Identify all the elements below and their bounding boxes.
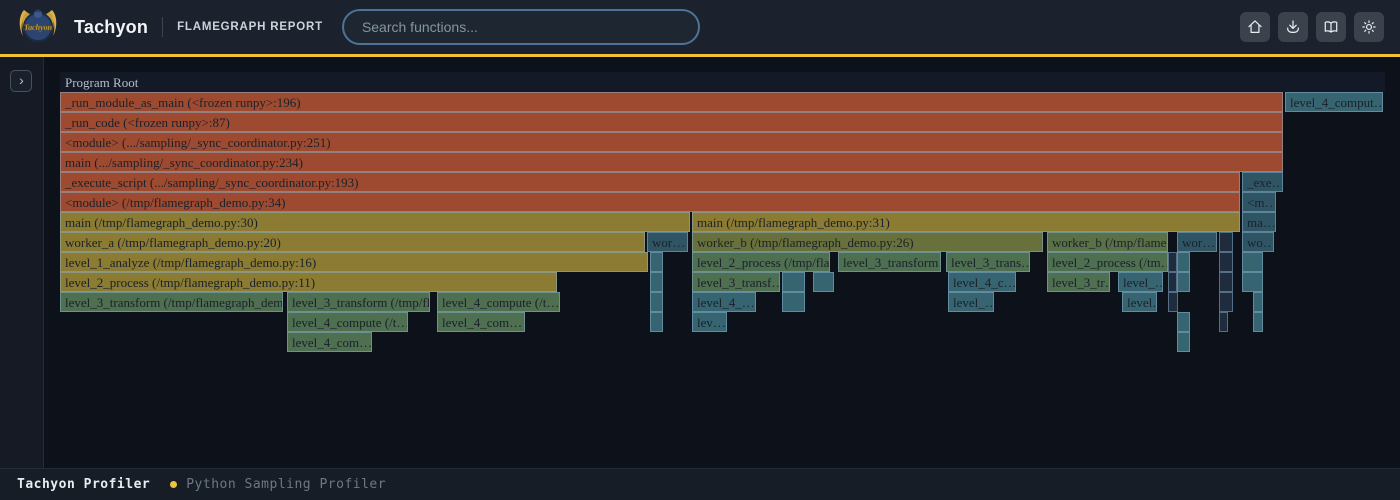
- theme-button[interactable]: [1354, 12, 1384, 42]
- app-header: Tachyon Tachyon FLAMEGRAPH REPORT: [0, 0, 1400, 54]
- flame-frame[interactable]: level…: [1122, 292, 1157, 312]
- flame-frame[interactable]: _exe…: [1242, 172, 1283, 192]
- download-icon: [1283, 17, 1303, 37]
- flame-frame[interactable]: level_4_…: [692, 292, 756, 312]
- flame-frame[interactable]: wo…: [1242, 232, 1274, 252]
- flame-frame-small[interactable]: [782, 292, 805, 312]
- flame-frame[interactable]: level_4_com…: [287, 332, 372, 352]
- flamegraph[interactable]: Program Root_run_module_as_main (<frozen…: [0, 57, 1400, 468]
- flame-frame[interactable]: level_2_process (/tm…: [1047, 252, 1168, 272]
- app-logo: Tachyon: [16, 5, 60, 49]
- flame-frame-small[interactable]: [1242, 272, 1263, 292]
- flame-frame[interactable]: wor…: [1177, 232, 1217, 252]
- status-app-name: Tachyon Profiler: [17, 477, 150, 492]
- eagle-logo-icon: Tachyon: [16, 5, 60, 49]
- flame-frame-small[interactable]: [1242, 252, 1263, 272]
- flame-frame-small[interactable]: [1253, 292, 1263, 312]
- flame-frame-small[interactable]: [1177, 312, 1190, 332]
- flame-frame-small[interactable]: [813, 272, 834, 292]
- flame-frame[interactable]: level_…: [1118, 272, 1163, 292]
- app-window: Tachyon Tachyon FLAMEGRAPH REPORT: [0, 0, 1400, 500]
- flame-frame[interactable]: level_3_transform…: [838, 252, 941, 272]
- flame-frame[interactable]: level_4_compute (/t…: [437, 292, 560, 312]
- flame-frame[interactable]: level_3_tr…: [1047, 272, 1110, 292]
- title-divider: [162, 17, 163, 37]
- flame-frame[interactable]: lev…: [692, 312, 727, 332]
- book-icon: [1321, 17, 1341, 37]
- flame-frame-small[interactable]: [650, 252, 663, 272]
- flame-frame-small[interactable]: [1219, 312, 1228, 332]
- flame-frame[interactable]: main (/tmp/flamegraph_demo.py:30): [60, 212, 690, 232]
- flame-frame-small[interactable]: [1168, 252, 1177, 272]
- brightness-icon: [1359, 17, 1379, 37]
- status-bar: Tachyon Profiler Python Sampling Profile…: [0, 468, 1400, 500]
- flame-frame[interactable]: <m…: [1242, 192, 1276, 212]
- status-subtitle: Python Sampling Profiler: [186, 477, 386, 492]
- docs-button[interactable]: [1316, 12, 1346, 42]
- flame-frame[interactable]: Program Root: [60, 72, 1385, 92]
- flame-frame[interactable]: main (/tmp/flamegraph_demo.py:31): [692, 212, 1240, 232]
- home-icon: [1245, 17, 1265, 37]
- flame-frame[interactable]: level_3_transform (/tmp/flamegraph_dem…: [60, 292, 283, 312]
- svg-text:Tachyon: Tachyon: [24, 23, 53, 32]
- download-button[interactable]: [1278, 12, 1308, 42]
- flame-frame-small[interactable]: [1219, 292, 1233, 312]
- flame-frame[interactable]: <module> (.../sampling/_sync_coordinator…: [60, 132, 1283, 152]
- status-dot-icon: [170, 481, 177, 488]
- flame-frame[interactable]: level_…: [948, 292, 994, 312]
- app-title: Tachyon: [74, 17, 148, 38]
- flame-frame-small[interactable]: [1168, 292, 1178, 312]
- flame-frame-small[interactable]: [1219, 232, 1233, 252]
- flame-frame[interactable]: level_4_com…: [437, 312, 525, 332]
- flame-frame[interactable]: level_3_transform (/tmp/fl…: [287, 292, 430, 312]
- flame-frame-small[interactable]: [650, 272, 663, 292]
- search-input[interactable]: [342, 9, 700, 45]
- flame-frame[interactable]: level_1_analyze (/tmp/flamegraph_demo.py…: [60, 252, 648, 272]
- flame-frame[interactable]: ma…: [1242, 212, 1276, 232]
- flame-frame-small[interactable]: [1219, 272, 1233, 292]
- home-button[interactable]: [1240, 12, 1270, 42]
- flame-frame-small[interactable]: [650, 312, 663, 332]
- flame-frame[interactable]: worker_b (/tmp/flame…: [1047, 232, 1168, 252]
- flame-frame-small[interactable]: [1219, 252, 1233, 272]
- flame-frame[interactable]: _run_module_as_main (<frozen runpy>:196): [60, 92, 1283, 112]
- flame-frame[interactable]: _execute_script (.../sampling/_sync_coor…: [60, 172, 1240, 192]
- flame-frame[interactable]: level_2_process (/tmp/fla…: [692, 252, 830, 272]
- flame-frame[interactable]: level_3_trans…: [946, 252, 1030, 272]
- flame-frame[interactable]: level_4_compute (/t…: [287, 312, 408, 332]
- flame-frame-small[interactable]: [1177, 272, 1190, 292]
- flame-frame-small[interactable]: [650, 292, 663, 312]
- flamegraph-canvas: › Program Root_run_module_as_main (<froz…: [0, 57, 1400, 468]
- flame-frame[interactable]: level_3_transf…: [692, 272, 780, 292]
- flame-frame-small[interactable]: [1253, 312, 1263, 332]
- flame-frame[interactable]: <module> (/tmp/flamegraph_demo.py:34): [60, 192, 1240, 212]
- flame-frame[interactable]: level_2_process (/tmp/flamegraph_demo.py…: [60, 272, 557, 292]
- flame-frame[interactable]: wor…: [647, 232, 688, 252]
- flame-frame-small[interactable]: [1177, 252, 1190, 272]
- report-type-label: FLAMEGRAPH REPORT: [177, 21, 323, 33]
- flame-frame[interactable]: worker_b (/tmp/flamegraph_demo.py:26): [692, 232, 1043, 252]
- flame-frame-small[interactable]: [1177, 332, 1190, 352]
- flame-frame[interactable]: level_4_comput…: [1285, 92, 1383, 112]
- flame-frame[interactable]: level_4_c…: [948, 272, 1016, 292]
- flame-frame-small[interactable]: [1168, 272, 1177, 292]
- flame-frame[interactable]: main (.../sampling/_sync_coordinator.py:…: [60, 152, 1283, 172]
- header-actions: [1240, 12, 1384, 42]
- flame-frame-small[interactable]: [782, 272, 805, 292]
- flame-frame[interactable]: worker_a (/tmp/flamegraph_demo.py:20): [60, 232, 645, 252]
- flame-frame[interactable]: _run_code (<frozen runpy>:87): [60, 112, 1283, 132]
